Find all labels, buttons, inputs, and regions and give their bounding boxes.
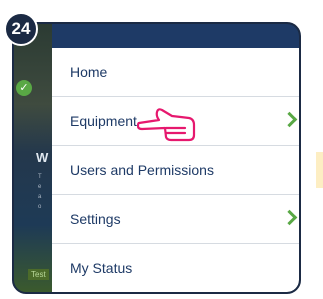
background-text-line: T [38, 174, 42, 180]
check-circle-icon: ✓ [16, 80, 32, 96]
chevron-right-icon [281, 111, 298, 128]
step-number-badge: 24 [4, 12, 38, 46]
menu-item-label: Home [70, 64, 108, 80]
menu-item-label: Equipment [70, 113, 137, 129]
background-text-line: o [38, 204, 42, 210]
background-text-line: e [38, 184, 42, 190]
side-panel-edge [316, 152, 323, 188]
background-test-button: Test [28, 269, 49, 280]
menu-item-label: My Status [70, 260, 133, 276]
menu-item-my-status[interactable]: My Status [52, 244, 299, 292]
menu-item-users-and-permissions[interactable]: Users and Permissions [52, 146, 299, 195]
background-heading: W [36, 150, 49, 165]
menu-item-home[interactable]: Home [52, 48, 299, 97]
navigation-menu: Home Equipment Users and Permissions Set… [52, 24, 299, 292]
pointing-hand-icon [137, 108, 196, 142]
menu-item-label: Users and Permissions [70, 162, 214, 178]
menu-item-settings[interactable]: Settings [52, 195, 299, 244]
app-screenshot: ✓ W T e a o Test Home Equipment Users an… [12, 22, 301, 294]
chevron-right-icon [281, 209, 298, 226]
background-text-line: a [38, 194, 42, 200]
menu-item-label: Settings [70, 211, 121, 227]
